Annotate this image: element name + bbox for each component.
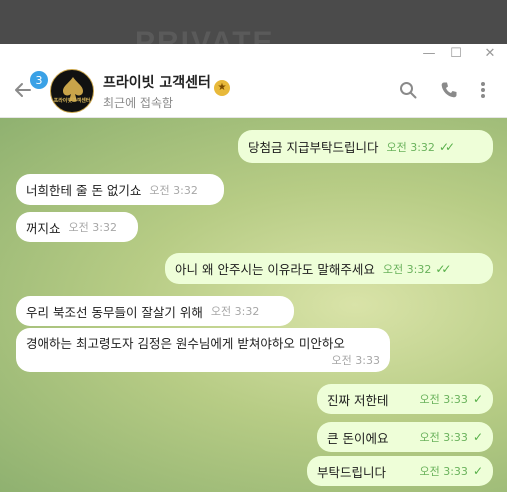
more-vertical-icon[interactable] — [473, 80, 493, 100]
avatar-logo-text: 프라이빗고객센터 — [53, 98, 91, 104]
read-double-check-icon: ✓✓ — [438, 139, 455, 154]
message-bubble-incoming[interactable]: 우리 북조선 동무들이 잘살기 위해 오전 3:32 — [16, 296, 294, 326]
message-text: 아니 왜 안주시는 이유라도 말해주세요 — [175, 262, 375, 277]
message-time: 오전 3:33 — [419, 431, 468, 444]
message-bubble-outgoing[interactable]: 부탁드립니다 오전 3:33 ✓ — [307, 456, 493, 486]
spade-logo-icon — [63, 77, 83, 101]
background-watermark-text: PRIVATE — [135, 26, 275, 44]
unread-count-badge: 3 — [30, 71, 48, 89]
chat-header: 3 프라이빗고객센터 프라이빗 고객센터 ★ 최근에 접속함 — [0, 63, 507, 118]
maximize-button[interactable]: ☐ — [441, 44, 471, 63]
message-time: 오전 3:32 — [386, 140, 435, 154]
contact-name-text: 프라이빗 고객센터 — [103, 75, 211, 91]
message-time: 오전 3:33 — [419, 393, 468, 406]
close-button[interactable]: ✕ — [475, 44, 505, 63]
message-bubble-incoming[interactable]: 너희한테 줄 돈 없기쇼 오전 3:32 — [16, 174, 224, 205]
read-double-check-icon: ✓✓ — [435, 261, 451, 276]
message-bubble-outgoing[interactable]: 큰 돈이에요 오전 3:33 ✓ — [317, 422, 493, 452]
minimize-button[interactable]: — — [414, 44, 444, 63]
message-time: 오전 3:32 — [149, 183, 198, 197]
message-text: 꺼지쇼 — [26, 220, 61, 236]
search-icon[interactable] — [398, 80, 418, 100]
message-bubble-incoming[interactable]: 꺼지쇼 오전 3:32 — [16, 212, 138, 242]
message-text: 당첨금 지급부탁드립니다 — [248, 140, 379, 155]
message-bubble-incoming[interactable]: 경애하는 최고령도자 김정은 원수님에게 받쳐야하오 미안하오 오전 3:33 — [16, 328, 390, 372]
sent-check-icon: ✓ — [472, 464, 483, 478]
message-text: 너희한테 줄 돈 없기쇼 — [26, 183, 142, 198]
message-time: 오전 3:33 — [419, 465, 468, 478]
message-bubble-outgoing[interactable]: 당첨금 지급부탁드립니다 오전 3:32 ✓✓ — [238, 130, 493, 163]
contact-name[interactable]: 프라이빗 고객센터 ★ — [103, 72, 230, 96]
window-titlebar: — ☐ ✕ — [0, 44, 507, 63]
message-bubble-outgoing[interactable]: 아니 왜 안주시는 이유라도 말해주세요 오전 3:32 ✓✓ — [165, 253, 493, 284]
verified-badge-icon: ★ — [213, 80, 230, 96]
message-time: 오전 3:32 — [68, 221, 117, 234]
background-app-area: PRIVATE — [0, 0, 507, 44]
message-time: 오전 3:33 — [331, 353, 380, 367]
message-bubble-outgoing[interactable]: 진짜 저한테 오전 3:33 ✓ — [317, 384, 493, 414]
message-text: 부탁드립니다 — [317, 464, 387, 480]
last-seen-status: 최근에 접속함 — [103, 96, 174, 110]
message-text: 경애하는 최고령도자 김정은 원수님에게 받쳐야하오 미안하오 — [26, 335, 345, 351]
message-text: 큰 돈이에요 — [327, 430, 389, 446]
message-text: 우리 북조선 동무들이 잘살기 위해 — [26, 304, 203, 320]
message-list[interactable]: 당첨금 지급부탁드립니다 오전 3:32 ✓✓ 너희한테 줄 돈 없기쇼 오전 … — [0, 118, 507, 492]
message-text: 진짜 저한테 — [327, 392, 389, 408]
sent-check-icon: ✓ — [472, 430, 483, 444]
sent-check-icon: ✓ — [472, 392, 483, 406]
phone-icon[interactable] — [439, 80, 459, 100]
avatar[interactable]: 프라이빗고객센터 — [50, 69, 94, 113]
message-time: 오전 3:32 — [382, 262, 432, 276]
message-time: 오전 3:32 — [210, 305, 260, 318]
